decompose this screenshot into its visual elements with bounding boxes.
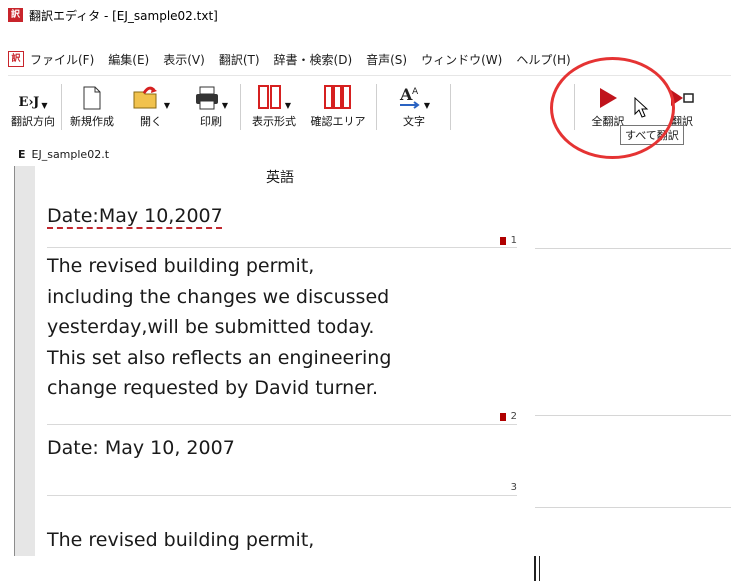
segment-2-line-4: This set also reflects an engineering — [47, 346, 392, 369]
segment-2-line-2: including the changes we discussed — [47, 285, 390, 308]
segment-2[interactable]: The revised building permit, including t… — [47, 251, 517, 425]
source-column-header: 英語 — [35, 166, 525, 191]
segment-1-marker: 1 — [499, 235, 517, 246]
segment-2-marker: 2 — [499, 411, 517, 422]
direction-icon: E›J ▼ — [18, 95, 48, 110]
menu-edit[interactable]: 編集(E) — [108, 51, 149, 68]
error-flag-icon — [499, 412, 506, 421]
target-pane[interactable] — [525, 166, 731, 556]
confirm-area-icon — [308, 82, 368, 110]
menu-window[interactable]: ウィンドウ(W) — [421, 51, 502, 68]
segment-1-line-1: Date:May 10,2007 — [47, 205, 223, 227]
menu-file[interactable]: ファイル(F) — [30, 51, 94, 68]
svg-text:A: A — [399, 85, 413, 104]
menu-help[interactable]: ヘルプ(H) — [516, 51, 570, 68]
printer-icon: ▼ — [186, 82, 236, 110]
editor-area: 英語 Date:May 10,2007 1 The revised buildi… — [14, 166, 731, 581]
english-doc-icon: E — [18, 147, 26, 161]
open-folder-icon: ▼ — [126, 82, 176, 110]
text-size-icon: A A ▼ — [399, 85, 431, 110]
display-format-button[interactable]: ▼ 表示形式 — [244, 82, 304, 129]
confirm-area-button[interactable]: 確認エリア — [308, 82, 368, 129]
window-title: 翻訳エディタ - [EJ_sample02.txt] — [29, 8, 218, 23]
highlight-circle — [550, 57, 675, 159]
menu-voice[interactable]: 音声(S) — [366, 51, 407, 68]
segment-3-marker: 3 — [510, 482, 517, 493]
segment-2-line-5: change requested by David turner. — [47, 377, 379, 399]
open-button[interactable]: ▼ 開く — [126, 82, 176, 129]
segment-2-line-1: The revised building permit, — [47, 255, 315, 277]
segment-3-line-1: Date: May 10, 2007 — [47, 437, 235, 459]
segment-1[interactable]: Date:May 10,2007 1 — [47, 201, 517, 248]
new-document-icon — [64, 82, 120, 110]
segment-3[interactable]: Date: May 10, 2007 3 — [47, 433, 517, 496]
title-bar: 訳 翻訳エディタ - [EJ_sample02.txt] — [0, 0, 731, 30]
app-logo-icon: 訳 — [8, 8, 23, 22]
document-tab-label: EJ_sample02.t — [31, 147, 110, 161]
segment-4[interactable]: The revised building permit, — [47, 525, 517, 556]
print-button[interactable]: ▼ 印刷 — [186, 82, 236, 129]
mouse-cursor-icon — [634, 97, 649, 118]
menu-view[interactable]: 表示(V) — [163, 51, 205, 68]
source-pane[interactable]: Date:May 10,2007 1 The revised building … — [35, 191, 540, 581]
menu-translate[interactable]: 翻訳(T) — [219, 51, 260, 68]
segment-4-line-1: The revised building permit, — [47, 529, 315, 551]
segment-2-line-3: yesterday,will be submitted today. — [47, 316, 375, 338]
document-tab[interactable]: E EJ_sample02.t — [18, 144, 109, 164]
svg-text:A: A — [412, 87, 419, 97]
text-button[interactable]: A A ▼ 文字 — [380, 82, 448, 129]
new-button[interactable]: 新規作成 — [64, 82, 120, 129]
direction-button[interactable]: E›J ▼ 翻訳方向 — [8, 82, 58, 129]
document-menu-icon[interactable]: 訳 — [8, 51, 24, 67]
display-format-icon: ▼ — [244, 82, 304, 110]
error-flag-icon — [499, 236, 506, 245]
menu-dictionary[interactable]: 辞書・検索(D) — [274, 51, 353, 68]
